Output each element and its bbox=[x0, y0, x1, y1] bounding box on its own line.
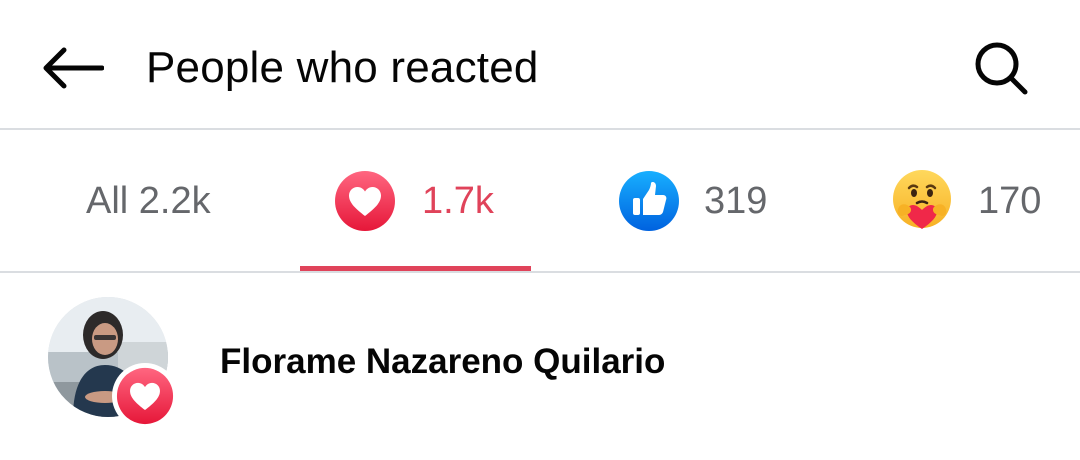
tab-like-count: 319 bbox=[704, 179, 768, 222]
care-reaction-icon bbox=[893, 170, 951, 229]
love-reaction-icon bbox=[335, 171, 395, 231]
search-button[interactable] bbox=[966, 36, 1036, 100]
search-icon bbox=[975, 42, 1028, 95]
tab-like[interactable]: 319 bbox=[618, 130, 767, 272]
reactor-name[interactable]: Florame Nazareno Quilario bbox=[220, 337, 665, 387]
tab-care-count: 170 bbox=[978, 179, 1042, 222]
reaction-badge bbox=[112, 363, 178, 429]
tab-all[interactable]: All 2.2k bbox=[86, 130, 211, 272]
page-title: People who reacted bbox=[146, 43, 539, 92]
like-reaction-icon bbox=[619, 171, 679, 231]
reaction-tabs: All 2.2k 1.7k 319 170 bbox=[0, 130, 1080, 272]
tab-love[interactable]: 1.7k bbox=[334, 130, 494, 272]
tab-care[interactable]: 170 bbox=[890, 130, 1041, 272]
back-button[interactable] bbox=[36, 38, 108, 98]
app-header: People who reacted bbox=[0, 0, 1080, 128]
tab-all-label: All 2.2k bbox=[86, 179, 211, 222]
tab-love-count: 1.7k bbox=[422, 179, 494, 222]
arrow-left-icon bbox=[43, 47, 104, 89]
love-reaction-icon bbox=[116, 367, 174, 425]
reactor-list-item[interactable]: Florame Nazareno Quilario bbox=[0, 273, 1080, 460]
